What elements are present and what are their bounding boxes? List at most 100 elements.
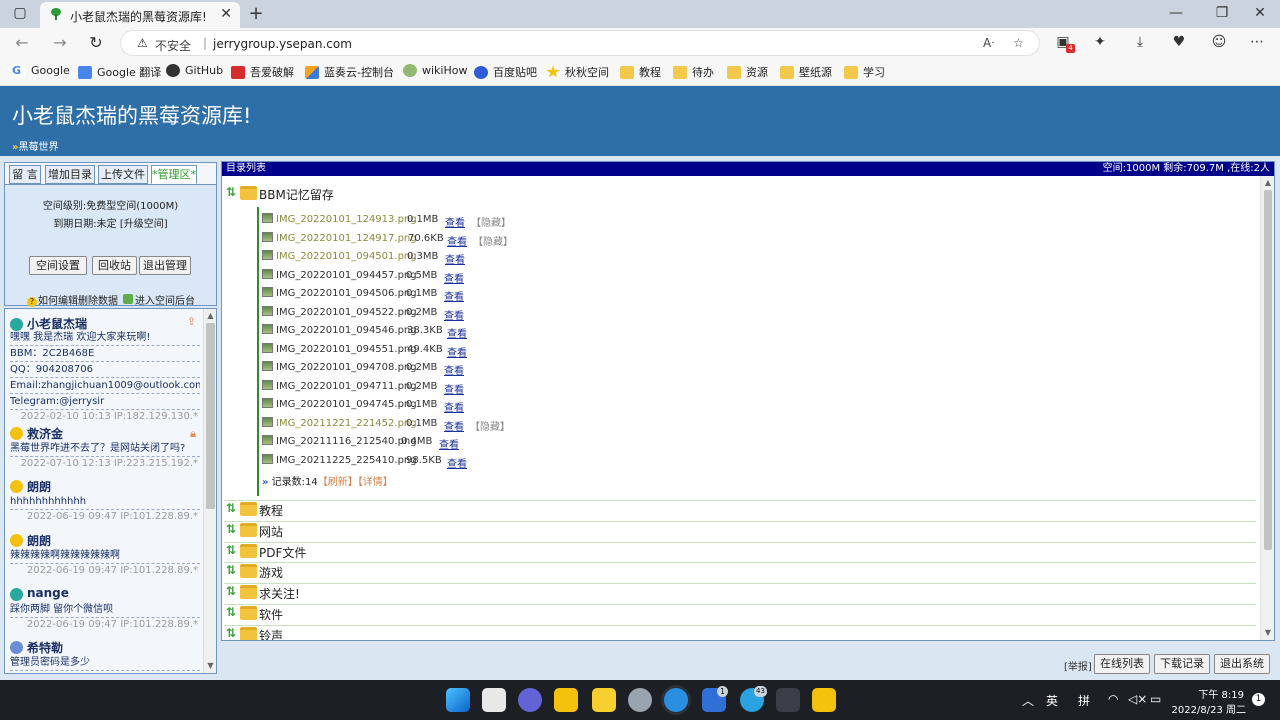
- file-row[interactable]: IMG_20220101_094551.png 49.4KB 查看: [259, 341, 859, 359]
- download-records-button[interactable]: 下载记录: [1154, 654, 1210, 674]
- bookmark-52pojie[interactable]: 吾爱破解: [231, 64, 294, 80]
- view-link[interactable]: 查看: [445, 251, 465, 266]
- directory-row[interactable]: ⇅ PDF文件: [224, 541, 1256, 562]
- tab-add-directory[interactable]: 增加目录: [45, 165, 95, 184]
- view-link[interactable]: 查看: [445, 214, 465, 229]
- directory-row[interactable]: ⇅ 求关注!: [224, 583, 1256, 603]
- close-window-icon[interactable]: ✕: [1250, 5, 1270, 21]
- tray-overflow-icon[interactable]: ︿: [1022, 692, 1034, 709]
- file-row[interactable]: IMG_20220101_124913.png 0.1MB 查看 【隐藏】: [259, 211, 859, 229]
- clock-date[interactable]: 2022/8/23 周二: [1170, 701, 1246, 716]
- directory-open[interactable]: ⇅ BBM记忆留存: [224, 185, 1256, 205]
- detail-link[interactable]: 【详情】: [358, 477, 393, 488]
- view-link[interactable]: 查看: [447, 233, 467, 248]
- notification-count[interactable]: 1: [1252, 693, 1265, 706]
- view-link[interactable]: 查看: [444, 362, 464, 377]
- edge-browser-icon[interactable]: [664, 688, 688, 712]
- read-aloud-icon[interactable]: Aᐧ: [983, 36, 994, 50]
- file-name[interactable]: IMG_20220101_094745.png: [276, 399, 417, 410]
- tab-close-icon[interactable]: ✕: [220, 6, 232, 22]
- breadcrumb[interactable]: »黑莓世界: [12, 138, 58, 153]
- ime-english[interactable]: 英: [1046, 692, 1058, 709]
- sort-arrows-icon[interactable]: ⇅: [226, 543, 236, 557]
- scroll-down-icon[interactable]: ▼: [204, 661, 216, 670]
- user-pin-icon[interactable]: ⇪: [187, 315, 196, 328]
- tab-management[interactable]: *管理区*: [151, 165, 197, 184]
- scroll-thumb[interactable]: [206, 323, 215, 509]
- help-edit-link[interactable]: ? 如何编辑删除数据: [27, 292, 118, 307]
- chat-icon[interactable]: [518, 688, 542, 712]
- view-link[interactable]: 查看: [444, 399, 464, 414]
- scroll-up-icon[interactable]: ▲: [1261, 178, 1275, 187]
- file-row[interactable]: IMG_20220101_094457.png 0.5MB 查看: [259, 267, 859, 285]
- file-row[interactable]: IMG_20211225_225410.png 98.5KB 查看: [259, 452, 859, 470]
- file-name[interactable]: IMG_20220101_094522.png: [276, 307, 417, 318]
- file-name[interactable]: IMG_20220101_094708.png: [276, 362, 417, 373]
- favorite-star-icon[interactable]: ☆: [1013, 36, 1024, 50]
- heart-pulse-icon[interactable]: ♥: [1170, 34, 1188, 50]
- bookmark-folder-study[interactable]: 学习: [844, 64, 885, 80]
- file-name[interactable]: IMG_20220101_094546.png: [276, 325, 417, 336]
- online-list-button[interactable]: 在线列表: [1094, 654, 1150, 674]
- tab-upload-file[interactable]: 上传文件: [98, 165, 148, 184]
- report-link[interactable]: [举报]: [1064, 658, 1092, 673]
- refresh-link[interactable]: 【刷新】: [318, 477, 358, 488]
- bookmark-tieba[interactable]: 百度贴吧: [474, 64, 537, 80]
- more-menu-icon[interactable]: ⋯: [1248, 34, 1266, 50]
- logout-management-button[interactable]: 退出管理: [139, 256, 191, 275]
- minimize-icon[interactable]: —: [1166, 5, 1186, 21]
- file-row[interactable]: IMG_20220101_094522.png 0.2MB 查看: [259, 304, 859, 322]
- bookmark-folder-wallpaper[interactable]: 壁纸源: [780, 64, 832, 80]
- profile-avatar-icon[interactable]: ☺: [1210, 34, 1228, 50]
- sort-arrows-icon[interactable]: ⇅: [226, 522, 236, 536]
- battery-icon[interactable]: ▭: [1150, 692, 1161, 706]
- file-row[interactable]: IMG_20220101_094708.png 0.2MB 查看: [259, 359, 859, 377]
- file-name[interactable]: IMG_20211221_221452.png: [276, 418, 417, 429]
- file-name[interactable]: IMG_20220101_094551.png: [276, 344, 417, 355]
- view-link[interactable]: 查看: [444, 418, 464, 433]
- bookmark-google[interactable]: G Google: [12, 64, 70, 77]
- file-row[interactable]: IMG_20220101_094546.png 38.3KB 查看: [259, 322, 859, 340]
- view-link[interactable]: 查看: [444, 307, 464, 322]
- back-icon[interactable]: ←: [12, 33, 32, 53]
- clock-time[interactable]: 下午 8:19: [1178, 686, 1244, 701]
- bookmark-folder-todo[interactable]: 待办: [673, 64, 714, 80]
- forward-icon[interactable]: →: [50, 33, 70, 53]
- yellow-app-icon[interactable]: [812, 688, 836, 712]
- view-link[interactable]: 查看: [447, 344, 467, 359]
- sort-arrows-icon[interactable]: ⇅: [226, 605, 236, 619]
- bookmark-lanzou[interactable]: 蓝奏云-控制台: [305, 64, 394, 80]
- file-row[interactable]: IMG_20220101_094501.png 0.3MB 查看: [259, 248, 859, 266]
- bookmark-folder-tutorial[interactable]: 教程: [620, 64, 661, 80]
- view-link[interactable]: 查看: [444, 270, 464, 285]
- directory-row[interactable]: ⇅ 铃声: [224, 624, 1256, 640]
- url-input[interactable]: ⚠ 不安全 | jerrygroup.ysepan.com Aᐧ ☆: [120, 30, 1040, 56]
- sort-arrows-icon[interactable]: ⇅: [226, 584, 236, 598]
- ime-pinyin[interactable]: 拼: [1078, 692, 1090, 709]
- file-name[interactable]: IMG_20220101_124917.png: [276, 233, 417, 244]
- browser-tab[interactable]: 小老鼠杰瑞的黑莓资源库! ✕: [40, 2, 240, 28]
- bookmark-google-translate[interactable]: Google 翻译: [78, 64, 161, 80]
- file-row[interactable]: IMG_20220101_094506.png 0.1MB 查看: [259, 285, 859, 303]
- sticky-notes-icon[interactable]: [592, 688, 616, 712]
- file-name[interactable]: IMG_20211225_225410.png: [276, 455, 417, 466]
- file-row[interactable]: IMG_20220101_094711.png 0.2MB 查看: [259, 378, 859, 396]
- tab-actions-icon[interactable]: ▢: [10, 5, 30, 21]
- maximize-icon[interactable]: ❐: [1212, 5, 1232, 21]
- exit-system-button[interactable]: 退出系统: [1214, 654, 1270, 674]
- sort-arrows-icon[interactable]: ⇅: [226, 626, 236, 640]
- view-link[interactable]: 查看: [439, 436, 459, 451]
- sort-arrows-icon[interactable]: ⇅: [226, 185, 236, 199]
- file-name[interactable]: IMG_20220101_124913.png: [276, 214, 417, 225]
- directory-scrollbar[interactable]: ▲ ▼: [1260, 176, 1274, 640]
- view-link[interactable]: 查看: [444, 288, 464, 303]
- view-link[interactable]: 查看: [447, 455, 467, 470]
- directory-row[interactable]: ⇅ 教程: [224, 500, 1256, 520]
- file-explorer-icon[interactable]: [554, 688, 578, 712]
- file-name[interactable]: IMG_20211116_212540.png: [276, 436, 417, 447]
- volume-muted-icon[interactable]: ◁×: [1128, 692, 1147, 706]
- tab-guestbook[interactable]: 留 言: [9, 165, 41, 184]
- wifi-icon[interactable]: ◠: [1108, 692, 1118, 706]
- file-name[interactable]: IMG_20220101_094457.png: [276, 270, 417, 281]
- file-row[interactable]: IMG_20220101_124917.png 70.6KB 查看 【隐藏】: [259, 230, 859, 248]
